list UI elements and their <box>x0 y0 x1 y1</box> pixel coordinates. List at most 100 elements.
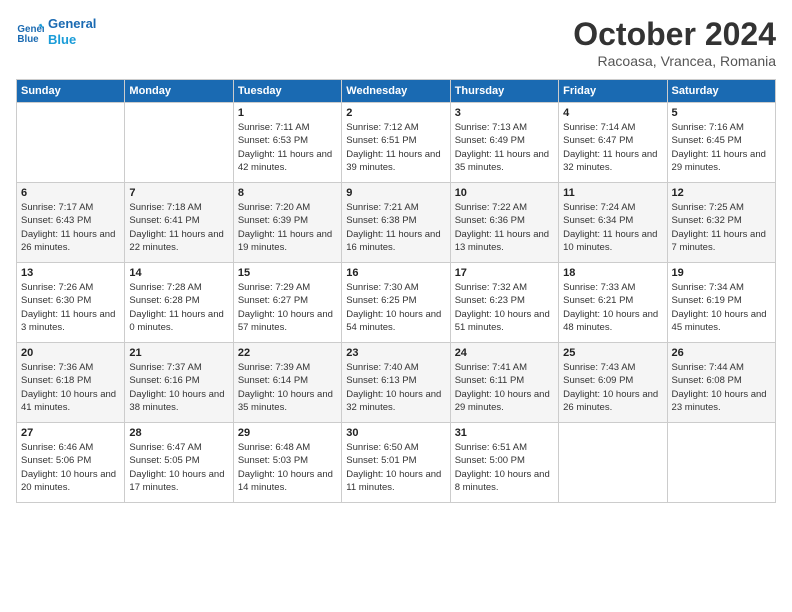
day-detail: Sunrise: 7:21 AMSunset: 6:38 PMDaylight:… <box>346 201 445 254</box>
calendar-cell <box>17 103 125 183</box>
day-number: 23 <box>346 347 445 359</box>
day-detail: Sunrise: 7:13 AMSunset: 6:49 PMDaylight:… <box>455 121 554 174</box>
day-detail: Sunrise: 6:51 AMSunset: 5:00 PMDaylight:… <box>455 441 554 494</box>
day-number: 9 <box>346 187 445 199</box>
calendar-cell: 26Sunrise: 7:44 AMSunset: 6:08 PMDayligh… <box>667 343 775 423</box>
day-detail: Sunrise: 7:11 AMSunset: 6:53 PMDaylight:… <box>238 121 337 174</box>
day-detail: Sunrise: 7:32 AMSunset: 6:23 PMDaylight:… <box>455 281 554 334</box>
day-number: 28 <box>129 427 228 439</box>
day-detail: Sunrise: 7:26 AMSunset: 6:30 PMDaylight:… <box>21 281 120 334</box>
day-detail: Sunrise: 7:39 AMSunset: 6:14 PMDaylight:… <box>238 361 337 414</box>
calendar-week-4: 27 Sunrise: 6:46 AMSunset: 5:06 PMDayligh… <box>17 423 776 503</box>
calendar-week-2: 13 Sunrise: 7:26 AMSunset: 6:30 PMDayligh… <box>17 263 776 343</box>
calendar-week-1: 6Sunrise: 7:17 AMSunset: 6:43 PMDaylight… <box>17 183 776 263</box>
logo-line2: Blue <box>48 32 96 48</box>
calendar-week-0: 1Sunrise: 7:11 AMSunset: 6:53 PMDaylight… <box>17 103 776 183</box>
calendar-cell: 9 Sunrise: 7:21 AMSunset: 6:38 PMDaylight… <box>342 183 450 263</box>
day-number: 8 <box>238 187 337 199</box>
day-number: 31 <box>455 427 554 439</box>
logo: General Blue General Blue <box>16 16 96 47</box>
day-detail: Sunrise: 7:43 AMSunset: 6:09 PMDaylight:… <box>563 361 662 414</box>
calendar-cell: 13 Sunrise: 7:26 AMSunset: 6:30 PMDayligh… <box>17 263 125 343</box>
day-number: 16 <box>346 267 445 279</box>
col-sunday: Sunday <box>17 80 125 103</box>
calendar-cell: 10 Sunrise: 7:22 AMSunset: 6:36 PMDayligh… <box>450 183 558 263</box>
day-detail: Sunrise: 7:16 AMSunset: 6:45 PMDaylight:… <box>672 121 771 174</box>
calendar-cell: 18 Sunrise: 7:33 AMSunset: 6:21 PMDayligh… <box>559 263 667 343</box>
day-number: 10 <box>455 187 554 199</box>
day-number: 22 <box>238 347 337 359</box>
svg-text:Blue: Blue <box>17 33 39 44</box>
day-number: 5 <box>672 107 771 119</box>
calendar-cell: 30Sunrise: 6:50 AMSunset: 5:01 PMDayligh… <box>342 423 450 503</box>
calendar-cell: 19Sunrise: 7:34 AMSunset: 6:19 PMDayligh… <box>667 263 775 343</box>
calendar-cell: 1Sunrise: 7:11 AMSunset: 6:53 PMDaylight… <box>233 103 341 183</box>
col-wednesday: Wednesday <box>342 80 450 103</box>
calendar-cell: 17 Sunrise: 7:32 AMSunset: 6:23 PMDayligh… <box>450 263 558 343</box>
day-number: 18 <box>563 267 662 279</box>
calendar-cell: 6Sunrise: 7:17 AMSunset: 6:43 PMDaylight… <box>17 183 125 263</box>
day-detail: Sunrise: 6:46 AMSunset: 5:06 PMDaylight:… <box>21 441 120 494</box>
calendar-cell: 21 Sunrise: 7:37 AMSunset: 6:16 PMDayligh… <box>125 343 233 423</box>
header-row: Sunday Monday Tuesday Wednesday Thursday… <box>17 80 776 103</box>
day-detail: Sunrise: 7:18 AMSunset: 6:41 PMDaylight:… <box>129 201 228 254</box>
col-tuesday: Tuesday <box>233 80 341 103</box>
col-thursday: Thursday <box>450 80 558 103</box>
day-detail: Sunrise: 6:48 AMSunset: 5:03 PMDaylight:… <box>238 441 337 494</box>
calendar-cell: 22 Sunrise: 7:39 AMSunset: 6:14 PMDayligh… <box>233 343 341 423</box>
day-detail: Sunrise: 7:34 AMSunset: 6:19 PMDaylight:… <box>672 281 771 334</box>
calendar-cell: 24 Sunrise: 7:41 AMSunset: 6:11 PMDayligh… <box>450 343 558 423</box>
day-number: 27 <box>21 427 120 439</box>
calendar-cell: 4Sunrise: 7:14 AMSunset: 6:47 PMDaylight… <box>559 103 667 183</box>
col-saturday: Saturday <box>667 80 775 103</box>
calendar-cell: 28Sunrise: 6:47 AMSunset: 5:05 PMDayligh… <box>125 423 233 503</box>
calendar-cell: 8 Sunrise: 7:20 AMSunset: 6:39 PMDaylight… <box>233 183 341 263</box>
calendar-cell: 2 Sunrise: 7:12 AMSunset: 6:51 PMDaylight… <box>342 103 450 183</box>
logo-icon: General Blue <box>16 18 44 46</box>
calendar-cell: 7 Sunrise: 7:18 AMSunset: 6:41 PMDaylight… <box>125 183 233 263</box>
calendar-cell: 3Sunrise: 7:13 AMSunset: 6:49 PMDaylight… <box>450 103 558 183</box>
day-detail: Sunrise: 7:12 AMSunset: 6:51 PMDaylight:… <box>346 121 445 174</box>
day-detail: Sunrise: 7:37 AMSunset: 6:16 PMDaylight:… <box>129 361 228 414</box>
day-detail: Sunrise: 7:22 AMSunset: 6:36 PMDaylight:… <box>455 201 554 254</box>
day-detail: Sunrise: 7:28 AMSunset: 6:28 PMDaylight:… <box>129 281 228 334</box>
month-title: October 2024 <box>573 16 776 53</box>
calendar-cell: 12Sunrise: 7:25 AMSunset: 6:32 PMDayligh… <box>667 183 775 263</box>
day-detail: Sunrise: 7:25 AMSunset: 6:32 PMDaylight:… <box>672 201 771 254</box>
day-number: 6 <box>21 187 120 199</box>
calendar-cell: 23Sunrise: 7:40 AMSunset: 6:13 PMDayligh… <box>342 343 450 423</box>
calendar-cell: 16Sunrise: 7:30 AMSunset: 6:25 PMDayligh… <box>342 263 450 343</box>
day-number: 13 <box>21 267 120 279</box>
day-detail: Sunrise: 7:41 AMSunset: 6:11 PMDaylight:… <box>455 361 554 414</box>
day-detail: Sunrise: 7:44 AMSunset: 6:08 PMDaylight:… <box>672 361 771 414</box>
day-number: 7 <box>129 187 228 199</box>
day-number: 17 <box>455 267 554 279</box>
calendar-cell: 25 Sunrise: 7:43 AMSunset: 6:09 PMDayligh… <box>559 343 667 423</box>
title-area: October 2024 Racoasa, Vrancea, Romania <box>573 16 776 69</box>
location-title: Racoasa, Vrancea, Romania <box>573 53 776 69</box>
calendar-cell: 31 Sunrise: 6:51 AMSunset: 5:00 PMDayligh… <box>450 423 558 503</box>
day-number: 15 <box>238 267 337 279</box>
day-number: 21 <box>129 347 228 359</box>
day-detail: Sunrise: 7:29 AMSunset: 6:27 PMDaylight:… <box>238 281 337 334</box>
calendar-cell: 27 Sunrise: 6:46 AMSunset: 5:06 PMDayligh… <box>17 423 125 503</box>
calendar-cell <box>559 423 667 503</box>
calendar-cell: 5 Sunrise: 7:16 AMSunset: 6:45 PMDaylight… <box>667 103 775 183</box>
logo-line1: General <box>48 16 96 32</box>
day-detail: Sunrise: 7:24 AMSunset: 6:34 PMDaylight:… <box>563 201 662 254</box>
calendar-cell: 14Sunrise: 7:28 AMSunset: 6:28 PMDayligh… <box>125 263 233 343</box>
header: General Blue General Blue October 2024 R… <box>16 16 776 69</box>
day-detail: Sunrise: 7:20 AMSunset: 6:39 PMDaylight:… <box>238 201 337 254</box>
day-detail: Sunrise: 6:50 AMSunset: 5:01 PMDaylight:… <box>346 441 445 494</box>
day-number: 29 <box>238 427 337 439</box>
day-number: 24 <box>455 347 554 359</box>
col-friday: Friday <box>559 80 667 103</box>
calendar-cell: 15 Sunrise: 7:29 AMSunset: 6:27 PMDayligh… <box>233 263 341 343</box>
day-number: 20 <box>21 347 120 359</box>
day-detail: Sunrise: 7:14 AMSunset: 6:47 PMDaylight:… <box>563 121 662 174</box>
day-number: 25 <box>563 347 662 359</box>
calendar-table: Sunday Monday Tuesday Wednesday Thursday… <box>16 79 776 503</box>
calendar-cell: 20Sunrise: 7:36 AMSunset: 6:18 PMDayligh… <box>17 343 125 423</box>
day-detail: Sunrise: 7:33 AMSunset: 6:21 PMDaylight:… <box>563 281 662 334</box>
day-number: 2 <box>346 107 445 119</box>
